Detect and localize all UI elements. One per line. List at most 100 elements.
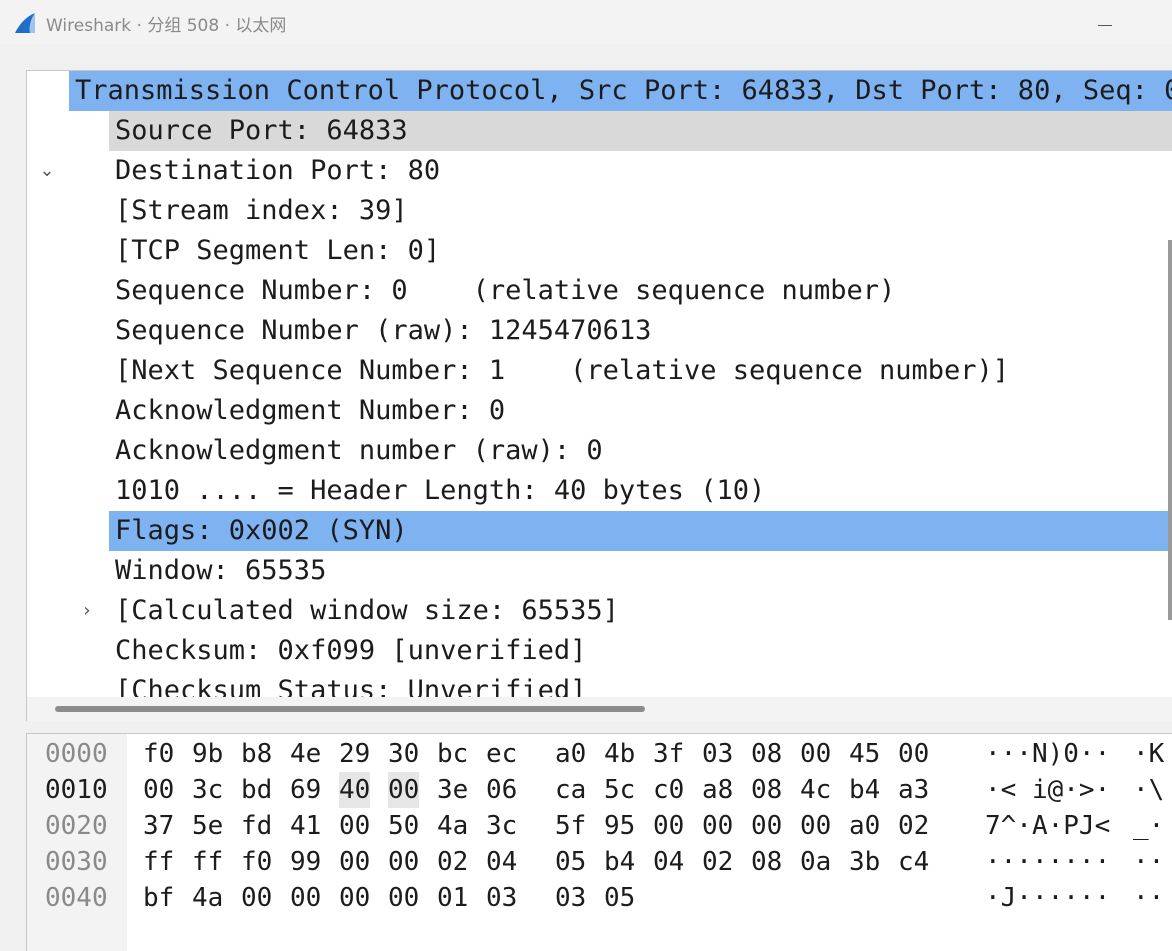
hex-byte[interactable]: 00 [388,844,419,880]
hex-byte[interactable]: 03 [555,880,586,916]
hex-byte[interactable]: 00 [800,808,831,844]
hex-byte[interactable]: 08 [751,736,782,772]
hex-byte[interactable]: ff [192,844,223,880]
hex-row[interactable]: 0000 f0 9b b8 4e 29 30 bc ec a0 4b 3f 03 08 00 45 00 ···N… [27,736,1172,772]
chevron-right-icon[interactable]: › [77,591,97,631]
hex-byte[interactable]: 00 [388,772,420,808]
hex-byte[interactable]: f0 [241,844,272,880]
hex-byte[interactable]: 00 [339,844,370,880]
tcp-tree-row[interactable]: ⌄ Transmission Control Protocol, Src Por… [27,71,1172,181]
hex-byte[interactable]: a3 [898,772,929,808]
field-ack-number-raw[interactable]: Acknowledgment number (raw): 0 [109,431,1172,471]
field-checksum[interactable]: Checksum: 0xf099 [unverified] [109,631,1172,671]
hex-byte[interactable]: 3c [486,808,517,844]
hex-byte[interactable]: 37 [143,808,174,844]
hex-byte[interactable]: fd [241,808,272,844]
hex-byte[interactable]: 00 [143,772,174,808]
packet-details-pane[interactable]: ⌄ Transmission Control Protocol, Src Por… [26,70,1172,721]
hex-row[interactable]: 0040 bf 4a 00 00 00 00 01 03 03 05 ·J······ ·· [27,880,1172,916]
hex-byte[interactable]: 69 [290,772,321,808]
hex-byte[interactable]: 02 [898,808,929,844]
hex-byte[interactable]: 08 [751,844,782,880]
hex-byte[interactable]: 00 [339,880,370,916]
ascii-text[interactable]: 7^·A·PJ< [985,808,1110,844]
hex-byte[interactable]: a0 [849,808,880,844]
hex-byte[interactable]: 00 [800,736,831,772]
hex-byte[interactable]: b8 [241,736,272,772]
ascii-text[interactable]: ·< i@·>· [985,772,1110,808]
field-calculated-window[interactable]: [Calculated window size: 65535] [109,591,1172,631]
field-stream-index[interactable]: [Stream index: 39] [109,191,1172,231]
field-ack-number[interactable]: Acknowledgment Number: 0 [109,391,1172,431]
ascii-text[interactable]: ·K [1133,736,1164,772]
hex-byte[interactable]: ca [555,772,586,808]
hex-byte[interactable]: 4e [290,736,321,772]
field-source-port[interactable]: Source Port: 64833 [109,111,1172,151]
hex-byte[interactable]: 41 [290,808,321,844]
field-destination-port[interactable]: Destination Port: 80 [109,151,1172,191]
hex-byte[interactable]: 3b [849,844,880,880]
field-segment-len[interactable]: [TCP Segment Len: 0] [109,231,1172,271]
hex-byte[interactable]: 4c [800,772,831,808]
hex-byte[interactable]: ec [486,736,517,772]
hex-row[interactable]: 0010 00 3c bd 69 40 00 3e 06 ca 5c c0 a8 08 4c b4 a3 ·< i… [27,772,1172,808]
field-sequence-number[interactable]: Sequence Number: 0 (relative sequence nu… [109,271,1172,311]
hex-byte[interactable]: 04 [653,844,684,880]
ascii-text[interactable]: ···N)0·· [985,736,1110,772]
hex-byte[interactable]: 00 [241,880,272,916]
ascii-text[interactable]: ········ [985,844,1110,880]
hex-byte[interactable]: 0a [800,844,831,880]
hex-byte[interactable]: c0 [653,772,684,808]
hex-byte[interactable]: 03 [702,736,733,772]
ascii-text[interactable]: ·\ [1133,772,1164,808]
hex-byte[interactable]: ff [143,844,174,880]
ascii-text[interactable]: ·· [1133,880,1164,916]
hex-byte[interactable]: bc [437,736,468,772]
hex-byte[interactable]: a8 [702,772,733,808]
hex-byte[interactable]: 03 [486,880,517,916]
hex-byte[interactable]: 3c [192,772,223,808]
field-next-sequence-number[interactable]: [Next Sequence Number: 1 (relative seque… [109,351,1172,391]
hex-byte[interactable]: a0 [555,736,586,772]
hex-byte[interactable]: 01 [437,880,468,916]
hex-byte[interactable]: 5e [192,808,223,844]
field-window[interactable]: Window: 65535 [109,551,1172,591]
hex-byte[interactable]: 9b [192,736,223,772]
hex-byte[interactable]: 05 [555,844,586,880]
horizontal-scrollbar[interactable] [27,697,1172,721]
hex-byte[interactable]: bf [143,880,174,916]
hex-byte[interactable]: 29 [339,736,370,772]
hex-byte[interactable]: c4 [898,844,929,880]
hex-byte[interactable]: 04 [486,844,517,880]
ascii-text[interactable]: _· [1133,808,1164,844]
hex-byte[interactable]: 00 [290,880,321,916]
field-sequence-number-raw[interactable]: Sequence Number (raw): 1245470613 [109,311,1172,351]
hex-byte[interactable]: 08 [751,772,782,808]
hex-byte[interactable]: 45 [849,736,880,772]
ascii-text[interactable]: ·J······ [985,880,1110,916]
hex-byte[interactable]: 95 [604,808,635,844]
hex-byte[interactable]: 00 [388,880,419,916]
hex-byte[interactable]: 5f [555,808,586,844]
hex-row[interactable]: 0030 ff ff f0 99 00 00 02 04 05 b4 04 02 08 0a 3b c4 ····… [27,844,1172,880]
chevron-down-icon[interactable]: ⌄ [37,151,57,191]
minimize-button[interactable] [1080,6,1130,40]
hex-row[interactable]: 0020 37 5e fd 41 00 50 4a 3c 5f 95 00 00 00 00 a0 02 7^·A… [27,808,1172,844]
hex-byte[interactable]: 00 [653,808,684,844]
vertical-scrollbar[interactable] [1168,240,1172,620]
hex-byte[interactable]: 06 [486,772,517,808]
field-header-length[interactable]: 1010 .... = Header Length: 40 bytes (10) [109,471,1172,511]
hex-byte[interactable]: 4a [192,880,223,916]
hex-byte[interactable]: 3f [653,736,684,772]
scrollbar-thumb[interactable] [55,706,645,712]
hex-byte[interactable]: 02 [437,844,468,880]
hex-byte[interactable]: 05 [604,880,635,916]
hex-byte[interactable]: 4a [437,808,468,844]
hex-byte[interactable]: 00 [898,736,929,772]
packet-bytes-pane[interactable]: 0000 f0 9b b8 4e 29 30 bc ec a0 4b 3f 03 08 00 45 00 ···N… [26,733,1172,951]
hex-byte[interactable]: b4 [849,772,880,808]
hex-byte[interactable]: 50 [388,808,419,844]
hex-byte[interactable]: 00 [702,808,733,844]
hex-byte[interactable]: 30 [388,736,419,772]
hex-byte[interactable]: b4 [604,844,635,880]
